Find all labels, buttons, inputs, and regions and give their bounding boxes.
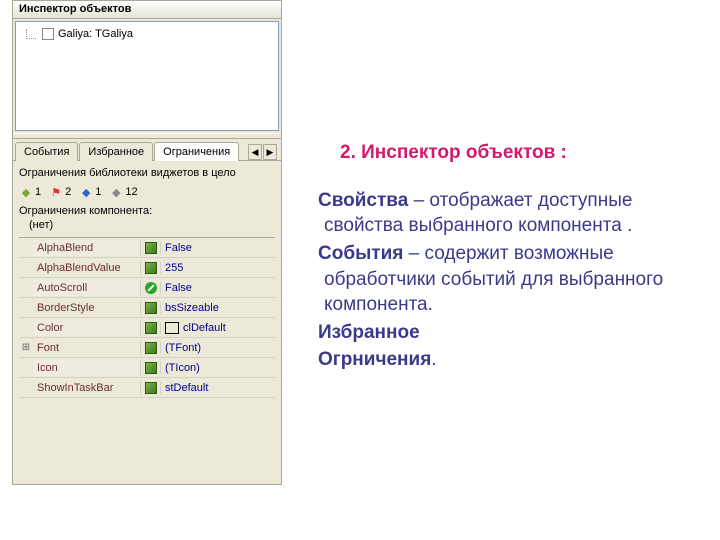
- note-item: Огрничения.: [318, 347, 698, 373]
- package-icon: [141, 342, 161, 354]
- package-icon: [141, 322, 161, 334]
- property-row[interactable]: AlphaBlendValue 255: [19, 258, 275, 278]
- cube-icon: ◆: [109, 185, 123, 199]
- property-value[interactable]: (TIcon): [161, 360, 275, 376]
- property-value[interactable]: False: [161, 280, 275, 296]
- property-name: Color: [33, 320, 141, 336]
- note-item: Избранное: [318, 320, 698, 346]
- tree-connector-icon: [26, 29, 36, 39]
- cube-icon: ◆: [79, 185, 93, 199]
- tab-scroll-right[interactable]: ▶: [263, 144, 277, 160]
- property-name: AutoScroll: [33, 280, 141, 296]
- color-swatch-icon: [165, 322, 179, 334]
- property-name: Font: [33, 340, 141, 356]
- property-name: Icon: [33, 360, 141, 376]
- panel-title: Инспектор объектов: [13, 1, 281, 19]
- slide-notes: 2. Инспектор объектов : Свойства – отобр…: [318, 140, 698, 375]
- property-name: BorderStyle: [33, 300, 141, 316]
- expand-icon[interactable]: ⊞: [19, 342, 33, 353]
- flag-icon: ⚑: [49, 185, 63, 199]
- property-row[interactable]: BorderStyle bsSizeable: [19, 298, 275, 318]
- property-value[interactable]: bsSizeable: [161, 300, 275, 316]
- property-value[interactable]: 255: [161, 260, 275, 276]
- note-item: События – содержит возможные обработчики…: [318, 241, 698, 318]
- property-value[interactable]: clDefault: [161, 320, 275, 336]
- component-tree[interactable]: Galiya: TGaliya: [15, 21, 279, 131]
- property-row[interactable]: Color clDefault: [19, 318, 275, 338]
- notes-heading: 2. Инспектор объектов :: [318, 140, 698, 166]
- library-limits-label: Ограничения библиотеки виджетов в цело: [19, 167, 275, 179]
- property-row[interactable]: ShowInTaskBar stDefault: [19, 378, 275, 398]
- form-icon: [42, 28, 54, 40]
- tab-restrictions[interactable]: Ограничения: [154, 142, 239, 161]
- tab-scroll-left[interactable]: ◀: [248, 144, 262, 160]
- property-value[interactable]: False: [161, 240, 275, 256]
- tab-bar: События Избранное Ограничения ◀ ▶: [13, 139, 281, 160]
- restricted-icon: [141, 282, 161, 294]
- property-name: AlphaBlend: [33, 240, 141, 256]
- limit-count-4: 12: [125, 186, 137, 198]
- tree-node-label: Galiya: TGaliya: [58, 28, 133, 40]
- property-value[interactable]: stDefault: [161, 380, 275, 396]
- package-icon: [141, 302, 161, 314]
- package-icon: [141, 382, 161, 394]
- tab-favorites[interactable]: Избранное: [79, 142, 153, 161]
- note-item: Свойства – отображает доступные свойства…: [318, 188, 698, 239]
- property-grid: AlphaBlend False AlphaBlendValue 255 AutoScr…: [19, 237, 275, 398]
- package-icon: [141, 362, 161, 374]
- tree-node[interactable]: Galiya: TGaliya: [20, 26, 274, 42]
- property-row[interactable]: AlphaBlend False: [19, 238, 275, 258]
- property-value[interactable]: (TFont): [161, 340, 275, 356]
- object-inspector-panel: Инспектор объектов Galiya: TGaliya Событ…: [12, 0, 282, 485]
- tab-events[interactable]: События: [15, 142, 78, 161]
- property-row[interactable]: ⊞Font (TFont): [19, 338, 275, 358]
- package-icon: [141, 242, 161, 254]
- property-row[interactable]: AutoScroll False: [19, 278, 275, 298]
- tab-scroll: ◀ ▶: [247, 144, 279, 160]
- limit-count-3: 1: [95, 186, 101, 198]
- cube-icon: ◆: [19, 185, 33, 199]
- tab-content: Ограничения библиотеки виджетов в цело ◆…: [13, 160, 281, 484]
- property-name: AlphaBlendValue: [33, 260, 141, 276]
- package-icon: [141, 262, 161, 274]
- component-limits-label: Ограничения компонента:: [19, 205, 275, 217]
- limit-icons-row: ◆ 1 ⚑ 2 ◆ 1 ◆ 12: [19, 185, 275, 199]
- component-limits-value: (нет): [19, 219, 275, 231]
- property-row[interactable]: Icon (TIcon): [19, 358, 275, 378]
- limit-count-1: 1: [35, 186, 41, 198]
- property-name: ShowInTaskBar: [33, 380, 141, 396]
- limit-count-2: 2: [65, 186, 71, 198]
